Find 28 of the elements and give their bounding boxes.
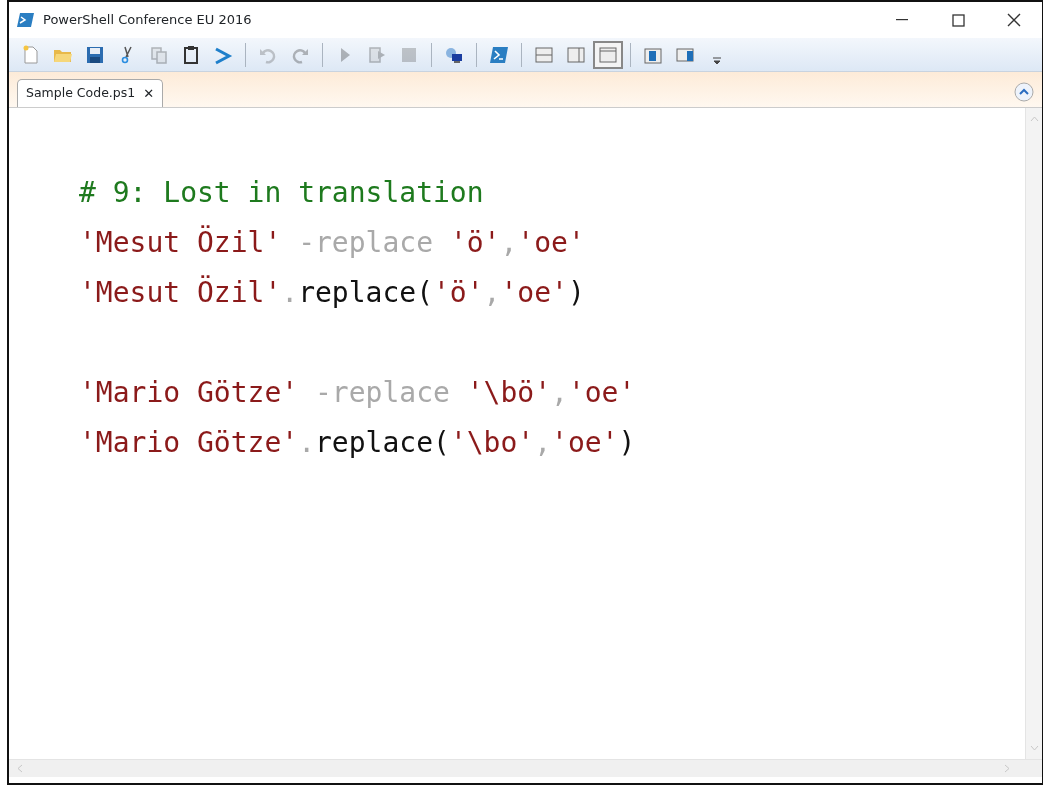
maximize-icon (951, 13, 965, 27)
scroll-up-icon[interactable] (1029, 116, 1039, 122)
minimize-icon (896, 19, 908, 21)
collapse-icon[interactable] (1014, 81, 1034, 102)
close-icon (1007, 13, 1021, 27)
code-line: 'Mario Götze' -replace '\bö','oe' (79, 375, 637, 411)
scroll-right-icon[interactable] (1004, 764, 1010, 773)
code-line: 'Mesut Özil' -replace 'ö','oe' (79, 224, 586, 261)
horizontal-scrollbar[interactable] (9, 759, 1042, 777)
run-selection-icon (367, 44, 387, 65)
code-line: # 9: Lost in translation (79, 175, 485, 211)
powershell-icon (489, 44, 509, 65)
maximize-pane-icon (598, 44, 618, 65)
copy-icon (149, 44, 169, 65)
code-line: 'Mario Götze'.replace('\bo','oe') (79, 425, 637, 461)
code-line: 'Mesut Özil'.replace('ö','oe') (79, 274, 586, 311)
new-file-icon (21, 44, 41, 65)
scroll-down-icon[interactable] (1029, 745, 1039, 751)
vertical-scrollbar[interactable] (1025, 108, 1042, 759)
document-tab[interactable]: Sample Code.ps1 ✕ (17, 79, 164, 107)
split-vertical-icon (566, 44, 586, 65)
clipboard-icon (181, 44, 201, 65)
window-title: PowerShell Conference EU 2016 (43, 11, 252, 30)
overflow-icon (713, 56, 721, 65)
split-horizontal-icon (534, 44, 554, 65)
close-tab-button[interactable]: ✕ (143, 83, 155, 104)
scroll-left-icon[interactable] (17, 764, 23, 773)
app-icon (17, 12, 35, 28)
